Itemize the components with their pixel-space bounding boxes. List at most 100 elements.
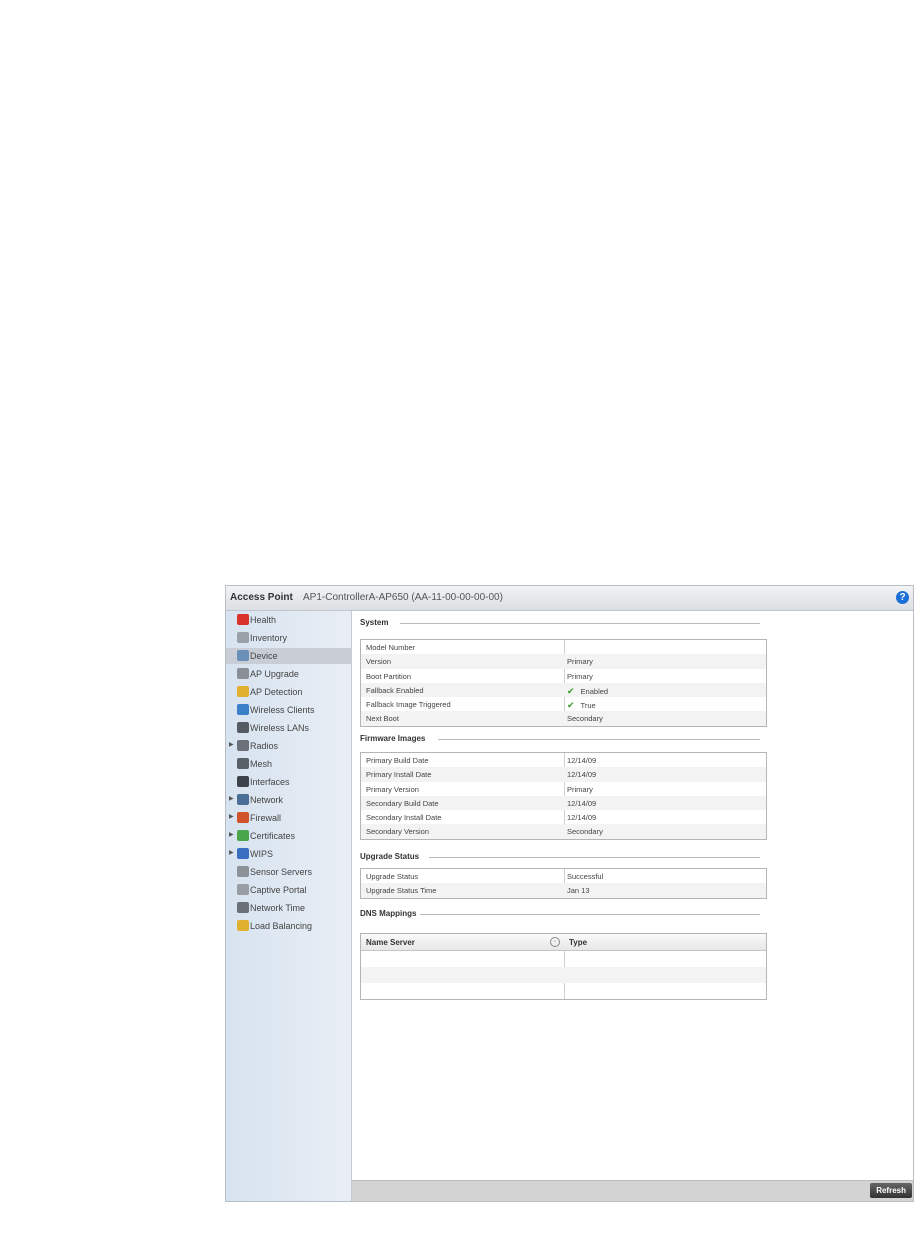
table-row[interactable] bbox=[361, 951, 766, 967]
row-value: Primary bbox=[567, 672, 593, 681]
radios-icon bbox=[237, 740, 249, 751]
sidebar-item-sensor-servers[interactable]: Sensor Servers bbox=[226, 864, 351, 880]
row-label: Secondary Version bbox=[366, 827, 429, 837]
sidebar-item-wireless-lans[interactable]: Wireless LANs bbox=[226, 720, 351, 736]
value-text: Successful bbox=[567, 872, 604, 881]
row-label: Primary Install Date bbox=[366, 770, 432, 780]
table-row: Fallback Image Triggered ✔ True bbox=[361, 697, 766, 711]
expand-arrow-icon[interactable]: ▶ bbox=[229, 849, 234, 856]
sidebar-item-label: Device bbox=[250, 651, 278, 661]
row-label: Fallback Image Triggered bbox=[366, 700, 451, 710]
row-value: ✔ True bbox=[567, 700, 596, 711]
row-label: Boot Partition bbox=[366, 671, 412, 681]
column-header-type[interactable]: Type bbox=[569, 938, 587, 947]
sidebar-item-label: Captive Portal bbox=[250, 885, 307, 895]
sidebar-item-wips[interactable]: ▶ WIPS bbox=[226, 846, 351, 862]
table-row: Primary Build Date 12/14/09 bbox=[361, 753, 766, 767]
value-text: True bbox=[580, 701, 596, 711]
network-time-icon bbox=[237, 902, 249, 913]
sidebar-item-label: Radios bbox=[250, 741, 279, 751]
sidebar-item-label: Inventory bbox=[250, 633, 288, 643]
row-value: Secondary bbox=[567, 714, 603, 723]
sidebar-item-label: Certificates bbox=[250, 831, 296, 841]
row-label: Fallback Enabled bbox=[366, 685, 424, 695]
expand-arrow-icon[interactable]: ▶ bbox=[229, 795, 234, 802]
table-row: Model Number bbox=[361, 640, 766, 654]
refresh-button[interactable]: Refresh bbox=[870, 1183, 912, 1198]
sidebar: Health Inventory Device AP Upgrade AP Detect… bbox=[226, 611, 352, 1201]
row-label: Model Number bbox=[366, 643, 416, 652]
sidebar-item-label: AP Upgrade bbox=[250, 669, 299, 679]
row-label: Secondary Install Date bbox=[366, 813, 442, 823]
ap-upgrade-icon bbox=[237, 668, 249, 679]
row-value: Primary bbox=[567, 657, 593, 666]
sidebar-item-load-balancing[interactable]: Load Balancing bbox=[226, 918, 351, 934]
sidebar-item-captive-portal[interactable]: Captive Portal bbox=[226, 882, 351, 898]
wireless-clients-icon bbox=[237, 704, 249, 715]
sidebar-item-inventory[interactable]: Inventory bbox=[226, 630, 351, 646]
value-text: Primary bbox=[567, 671, 593, 681]
section-divider bbox=[400, 623, 760, 624]
sidebar-item-ap-upgrade[interactable]: AP Upgrade bbox=[226, 666, 351, 682]
section-divider bbox=[438, 739, 760, 740]
sidebar-item-ap-detection[interactable]: AP Detection bbox=[226, 684, 351, 700]
access-point-window: Access Point AP1-ControllerA-AP650 (AA-1… bbox=[225, 585, 914, 1202]
grid-header: Name Server ◦ Type bbox=[361, 934, 766, 951]
sidebar-item-label: Wireless LANs bbox=[250, 723, 310, 733]
sidebar-item-health[interactable]: Health bbox=[226, 612, 351, 628]
value-text: Jan 13 bbox=[567, 886, 590, 896]
sidebar-item-certificates[interactable]: ▶ Certificates bbox=[226, 828, 351, 844]
section-title-upgrade: Upgrade Status bbox=[360, 852, 420, 861]
value-text: Secondary bbox=[567, 714, 603, 724]
expand-arrow-icon[interactable]: ▶ bbox=[229, 741, 234, 748]
expand-arrow-icon[interactable]: ▶ bbox=[229, 831, 234, 838]
sort-icon[interactable]: ◦ bbox=[550, 937, 560, 947]
sidebar-item-network-time[interactable]: Network Time bbox=[226, 900, 351, 916]
device-icon bbox=[237, 650, 249, 661]
expand-arrow-icon[interactable]: ▶ bbox=[229, 813, 234, 820]
section-title-firmware: Firmware Images bbox=[360, 734, 426, 743]
mesh-icon bbox=[237, 758, 249, 769]
table-row: Upgrade Status Successful bbox=[361, 869, 766, 883]
sidebar-item-label: Network Time bbox=[250, 903, 306, 913]
sidebar-item-label: Health bbox=[250, 615, 277, 625]
row-value: 12/14/09 bbox=[567, 799, 596, 808]
value-text: Secondary bbox=[567, 827, 603, 837]
sidebar-item-label: Firewall bbox=[250, 813, 282, 823]
row-value: Jan 13 bbox=[567, 886, 590, 895]
row-value: 12/14/09 bbox=[567, 813, 596, 822]
health-icon bbox=[237, 614, 249, 625]
wireless-lans-icon bbox=[237, 722, 249, 733]
sidebar-item-device[interactable]: Device bbox=[226, 648, 351, 664]
table-row: Secondary Install Date 12/14/09 bbox=[361, 810, 766, 824]
value-text: 12/14/09 bbox=[567, 770, 597, 780]
table-row: Fallback Enabled ✔ Enabled bbox=[361, 682, 766, 698]
interfaces-icon bbox=[237, 776, 249, 787]
sidebar-item-firewall[interactable]: ▶ Firewall bbox=[226, 810, 351, 826]
section-divider bbox=[420, 914, 760, 915]
table-row: Boot Partition Primary bbox=[361, 669, 766, 683]
sidebar-item-mesh[interactable]: Mesh bbox=[226, 756, 351, 772]
sidebar-item-network[interactable]: ▶ Network bbox=[226, 792, 351, 808]
row-label: Upgrade Status Time bbox=[366, 886, 437, 896]
table-row[interactable] bbox=[361, 967, 766, 983]
section-title-dns: DNS Mappings bbox=[360, 909, 417, 918]
row-value: 12/14/09 bbox=[567, 770, 596, 779]
value-text: Primary bbox=[567, 784, 593, 794]
table-row[interactable] bbox=[361, 983, 766, 999]
certificates-icon bbox=[237, 830, 249, 841]
sidebar-item-interfaces[interactable]: Interfaces bbox=[226, 774, 351, 790]
device-name: AP1-ControllerA-AP650 (AA-11-00-00-00-00… bbox=[303, 592, 503, 603]
row-label: Primary Version bbox=[366, 784, 419, 794]
help-icon[interactable]: ? bbox=[896, 591, 909, 604]
row-value: Successful bbox=[567, 872, 603, 881]
sidebar-item-label: Interfaces bbox=[250, 777, 290, 787]
column-header-name-server[interactable]: Name Server bbox=[366, 938, 415, 947]
sidebar-item-radios[interactable]: ▶ Radios bbox=[226, 738, 351, 754]
row-label: Next Boot bbox=[366, 714, 399, 724]
sidebar-item-wireless-clients[interactable]: Wireless Clients bbox=[226, 702, 351, 718]
sensor-servers-icon bbox=[237, 866, 249, 877]
value-text: 12/14/09 bbox=[567, 756, 597, 765]
page-title: Access Point bbox=[230, 592, 293, 603]
sidebar-item-label: Sensor Servers bbox=[250, 867, 313, 877]
